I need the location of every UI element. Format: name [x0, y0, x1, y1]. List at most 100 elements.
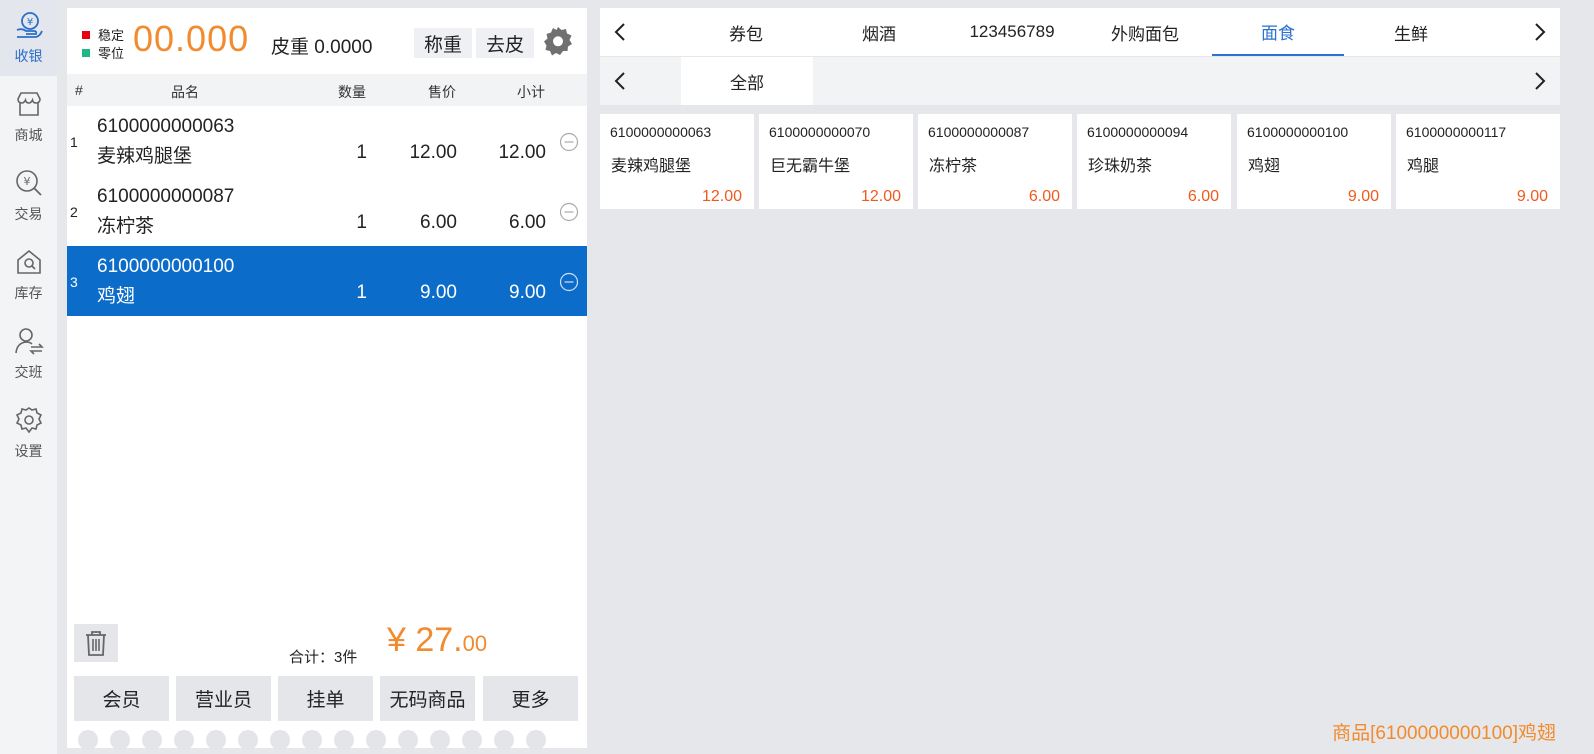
row-code: 6100000000063 — [97, 116, 235, 137]
product-card[interactable]: 6100000000100 鸡翅 9.00 — [1237, 114, 1391, 209]
cart-row[interactable]: 2 6100000000087 冻柠茶 1 6.00 6.00 — [67, 176, 587, 246]
row-price: 12.00 — [409, 142, 457, 163]
total-amount-cents: 00 — [462, 631, 488, 656]
nav-item-inventory[interactable]: 库存 — [0, 237, 57, 313]
nav-item-transaction[interactable]: ¥ 交易 — [0, 158, 57, 234]
subtab-all[interactable]: 全部 — [681, 57, 813, 105]
nav-label: 库存 — [14, 285, 43, 301]
nav-item-cashier[interactable]: ¥ 收银 — [0, 0, 57, 76]
row-subtotal: 9.00 — [509, 282, 546, 303]
hold-order-button[interactable]: 挂单 — [278, 676, 373, 721]
product-price: 6.00 — [1028, 188, 1060, 205]
col-price: 售价 — [428, 84, 456, 100]
svg-text:¥: ¥ — [23, 175, 30, 188]
subtabs-next-button[interactable] — [1525, 57, 1555, 105]
clear-cart-button[interactable] — [74, 624, 118, 662]
tab-pasta-noodles[interactable]: 面食 — [1212, 8, 1344, 56]
row-qty: 1 — [356, 212, 367, 233]
zero-label: 零位 — [98, 46, 125, 61]
col-name: 品名 — [171, 84, 199, 100]
edge-dot — [398, 730, 418, 750]
edge-dot — [302, 730, 322, 750]
remove-item-icon[interactable] — [559, 202, 579, 222]
chevron-right-icon — [1535, 23, 1546, 41]
product-price: 9.00 — [1347, 188, 1379, 205]
product-card[interactable]: 6100000000094 珍珠奶茶 6.00 — [1077, 114, 1231, 209]
edge-dot — [462, 730, 482, 750]
status-message: 商品[6100000000100]鸡翅 — [1332, 723, 1556, 744]
row-subtotal: 6.00 — [509, 212, 546, 233]
tare-display: 皮重 0.0000 — [271, 37, 373, 58]
decorative-edge — [77, 730, 577, 750]
shift-handover-icon — [14, 328, 44, 355]
zero-indicator: 零位 — [82, 43, 124, 62]
category-tabs: 券包 烟酒 123456789 外购面包 面食 生鲜 — [600, 8, 1560, 56]
tabs-next-button[interactable] — [1525, 8, 1555, 56]
weigh-button[interactable]: 称重 — [414, 28, 472, 58]
row-name: 鸡翅 — [97, 286, 136, 307]
gear-icon — [15, 407, 42, 434]
nav-label: 商城 — [14, 127, 43, 143]
product-card[interactable]: 6100000000087 冻柠茶 6.00 — [918, 114, 1072, 209]
row-code: 6100000000100 — [97, 256, 235, 277]
col-index: # — [75, 82, 83, 98]
col-qty: 数量 — [338, 84, 366, 100]
tab-tobacco-liquor[interactable]: 烟酒 — [813, 8, 945, 56]
transaction-search-icon: ¥ — [15, 170, 42, 196]
row-subtotal: 12.00 — [498, 142, 546, 163]
cashier-icon: ¥ — [16, 12, 43, 38]
tab-123456789[interactable]: 123456789 — [946, 8, 1078, 56]
row-price: 6.00 — [420, 212, 457, 233]
product-code: 6100000000087 — [928, 124, 1030, 140]
tab-voucher[interactable]: 券包 — [680, 8, 812, 56]
product-card[interactable]: 6100000000070 巨无霸牛堡 12.00 — [759, 114, 913, 209]
nav-item-shift[interactable]: 交班 — [0, 316, 57, 392]
edge-dot — [366, 730, 386, 750]
remove-item-icon[interactable] — [559, 272, 579, 292]
product-card[interactable]: 6100000000117 鸡腿 9.00 — [1396, 114, 1560, 209]
cart-row[interactable]: 1 6100000000063 麦辣鸡腿堡 1 12.00 12.00 — [67, 106, 587, 176]
scale-bar: 稳定 零位 00.000 皮重 0.0000 称重 去皮 — [67, 8, 587, 74]
edge-dot — [110, 730, 130, 750]
row-name: 麦辣鸡腿堡 — [97, 146, 193, 167]
row-index: 1 — [70, 134, 78, 150]
tab-fresh[interactable]: 生鲜 — [1345, 8, 1477, 56]
chevron-left-icon — [614, 23, 625, 41]
side-nav: ¥ 收银 商城 ¥ 交易 库存 交班 设置 — [0, 0, 57, 754]
inventory-icon — [16, 249, 41, 274]
edge-dot — [238, 730, 258, 750]
edge-dot — [494, 730, 514, 750]
weight-display: 00.000 — [133, 18, 250, 59]
more-button[interactable]: 更多 — [483, 676, 578, 721]
product-name: 鸡翅 — [1248, 158, 1281, 175]
nav-item-settings[interactable]: 设置 — [0, 395, 57, 471]
cart-row-selected[interactable]: 3 6100000000100 鸡翅 1 9.00 9.00 — [67, 246, 587, 316]
product-code: 6100000000094 — [1087, 124, 1189, 140]
chevron-left-icon — [614, 72, 625, 90]
row-qty: 1 — [356, 282, 367, 303]
product-card[interactable]: 6100000000063 麦辣鸡腿堡 12.00 — [600, 114, 754, 209]
product-code: 6100000000117 — [1406, 124, 1507, 140]
edge-dot — [206, 730, 226, 750]
nav-label: 交易 — [14, 206, 43, 222]
product-name: 巨无霸牛堡 — [770, 158, 851, 175]
product-code: 6100000000063 — [610, 124, 712, 140]
remove-item-icon[interactable] — [559, 132, 579, 152]
stable-indicator: 稳定 — [82, 25, 124, 44]
scale-settings-gear-icon[interactable] — [543, 26, 573, 56]
tare-button[interactable]: 去皮 — [476, 28, 534, 58]
chevron-right-icon — [1535, 72, 1546, 90]
salesperson-button[interactable]: 营业员 — [176, 676, 271, 721]
tabs-prev-button[interactable] — [605, 8, 635, 56]
product-code: 6100000000070 — [769, 124, 871, 140]
nav-item-store[interactable]: 商城 — [0, 79, 57, 155]
tab-bread[interactable]: 外购面包 — [1079, 8, 1211, 56]
total-amount-integer: ¥ 27. — [387, 621, 463, 659]
product-name: 鸡腿 — [1407, 158, 1440, 175]
no-barcode-item-button[interactable]: 无码商品 — [380, 676, 475, 721]
member-button[interactable]: 会员 — [74, 676, 169, 721]
product-name: 麦辣鸡腿堡 — [611, 158, 692, 175]
subtabs-prev-button[interactable] — [605, 57, 635, 105]
nav-label: 交班 — [14, 364, 43, 380]
product-price: 12.00 — [701, 188, 742, 205]
